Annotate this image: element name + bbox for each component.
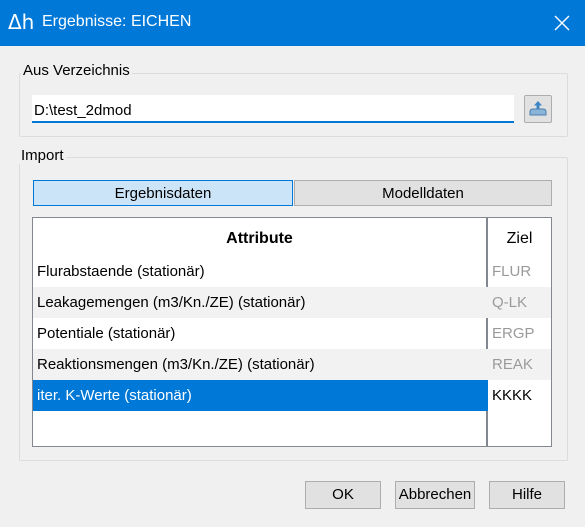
row-target: ERGP <box>492 325 535 342</box>
row-attribute: Flurabstaende (stationär) <box>37 263 205 280</box>
source-directory-label: Aus Verzeichnis <box>21 62 132 79</box>
row-target: Q-LK <box>492 294 528 311</box>
row-attribute: Potentiale (stationär) <box>37 325 176 342</box>
row-target: REAK <box>492 356 533 373</box>
row-target[interactable]: KKKK <box>488 380 551 411</box>
table-row-selected[interactable]: iter. K-Werte (stationär) KKKK <box>33 380 551 411</box>
ok-button[interactable]: OK <box>305 481 381 509</box>
column-header-attribute[interactable]: Attribute <box>33 218 486 260</box>
table-row[interactable]: Leakagemengen (m3/Kn./ZE) (stationär) Q-… <box>33 287 551 318</box>
app-delta-h-icon: Δh <box>8 10 35 34</box>
upload-folder-icon <box>529 101 547 116</box>
table-row[interactable]: Flurabstaende (stationär) FLUR <box>33 256 551 287</box>
cancel-button[interactable]: Abbrechen <box>395 481 475 509</box>
tab-modelldaten[interactable]: Modelldaten <box>294 180 552 206</box>
window-title: Ergebnisse: EICHEN <box>42 13 192 30</box>
help-button[interactable]: Hilfe <box>489 481 565 509</box>
title-bar: Δh Ergebnisse: EICHEN <box>0 0 585 46</box>
column-header-ziel[interactable]: Ziel <box>488 218 551 260</box>
row-attribute: iter. K-Werte (stationär) <box>37 387 192 404</box>
row-attribute: Leakagemengen (m3/Kn./ZE) (stationär) <box>37 294 306 311</box>
directory-path-input[interactable] <box>32 95 514 123</box>
row-target: FLUR <box>492 263 532 280</box>
close-button[interactable] <box>539 0 585 46</box>
table-row[interactable]: Reaktionsmengen (m3/Kn./ZE) (stationär) … <box>33 349 551 380</box>
attribute-table: Attribute Ziel Flurabstaende (stationär)… <box>32 217 552 447</box>
close-icon <box>554 15 570 31</box>
table-row[interactable]: Potentiale (stationär) ERGP <box>33 318 551 349</box>
tab-ergebnisdaten[interactable]: Ergebnisdaten <box>33 180 293 206</box>
import-label: Import <box>19 147 66 164</box>
browse-directory-button[interactable] <box>524 95 552 123</box>
row-attribute: Reaktionsmengen (m3/Kn./ZE) (stationär) <box>37 356 315 373</box>
